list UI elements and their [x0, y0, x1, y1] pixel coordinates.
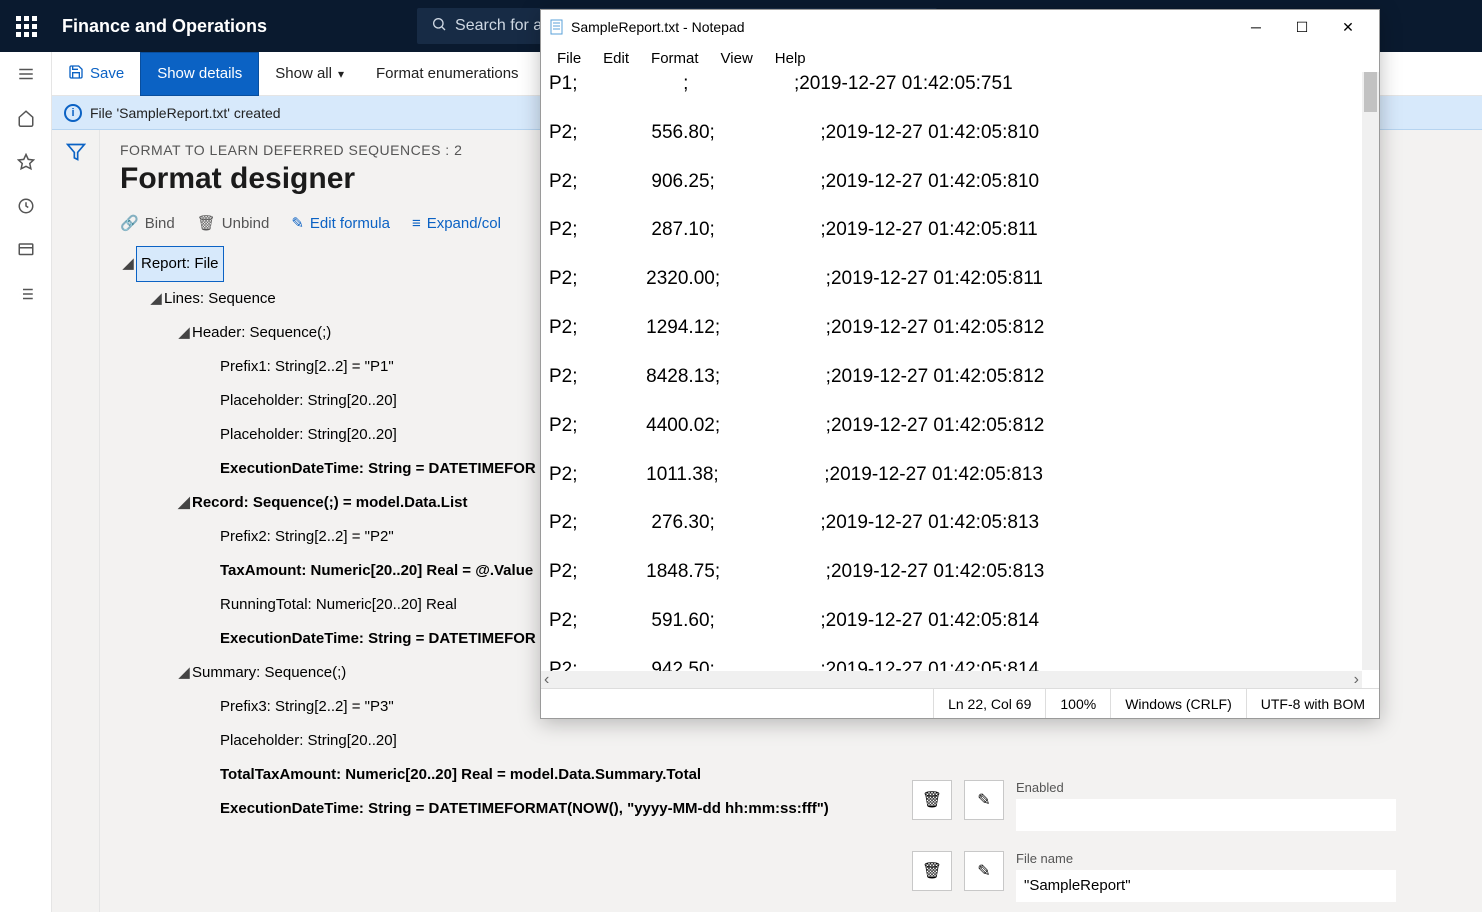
notepad-window[interactable]: SampleReport.txt - Notepad ─ ☐ ✕ File Ed… [540, 9, 1380, 719]
status-encoding: UTF-8 with BOM [1246, 689, 1379, 718]
list-icon: ≡ [412, 215, 421, 232]
tree-node[interactable]: Prefix3: String[2..2] = "P3" [220, 690, 394, 724]
menu-view[interactable]: View [713, 48, 761, 69]
chevron-down-icon: ▾ [338, 67, 344, 81]
notepad-icon [549, 19, 565, 35]
close-button[interactable]: ✕ [1325, 12, 1371, 42]
rail-home-icon[interactable] [0, 96, 52, 140]
pencil-icon: ✎ [977, 861, 990, 881]
text-line[interactable]: P1; ; ;2019-12-27 01:42:05:751 [549, 72, 1371, 96]
search-placeholder: Search for a [455, 17, 542, 35]
delete-filename-button[interactable]: 🗑 [912, 851, 952, 891]
tree-node[interactable]: RunningTotal: Numeric[20..20] Real [220, 588, 457, 622]
tree-node[interactable]: Prefix1: String[2..2] = "P1" [220, 350, 394, 384]
caret-icon[interactable]: ◢ [176, 486, 192, 520]
scrollbar-vertical[interactable] [1362, 72, 1379, 670]
tree-node-report[interactable]: Report: File [136, 246, 224, 282]
notepad-title: SampleReport.txt - Notepad [571, 19, 745, 35]
unbind-button[interactable]: 🗑Unbind [197, 214, 270, 232]
tree-node[interactable]: Placeholder: String[20..20] [220, 384, 397, 418]
text-line[interactable]: P2; 1011.38; ;2019-12-27 01:42:05:813 [549, 463, 1371, 487]
text-line[interactable]: P2; 591.60; ;2019-12-27 01:42:05:814 [549, 609, 1371, 633]
caret-icon[interactable]: ◢ [176, 656, 192, 690]
trash-icon: 🗑 [922, 790, 942, 810]
tree-node[interactable]: Placeholder: String[20..20] [220, 418, 397, 452]
format-enumerations-button[interactable]: Format enumerations [360, 52, 535, 96]
text-line[interactable]: P2; 4400.02; ;2019-12-27 01:42:05:812 [549, 414, 1371, 438]
rail-workspace-icon[interactable] [0, 228, 52, 272]
edit-formula-button[interactable]: ✎Edit formula [291, 214, 390, 232]
tree-node-header[interactable]: Header: Sequence(;) [192, 316, 331, 350]
save-icon [68, 64, 84, 84]
tree-node[interactable]: ExecutionDateTime: String = DATETIMEFORM… [220, 792, 829, 826]
left-rail [0, 52, 52, 912]
text-line[interactable]: P2; 906.25; ;2019-12-27 01:42:05:810 [549, 170, 1371, 194]
tree-node-summary[interactable]: Summary: Sequence(;) [192, 656, 346, 690]
search-icon [431, 16, 447, 37]
menu-help[interactable]: Help [767, 48, 814, 69]
rail-hamburger[interactable] [0, 52, 52, 96]
tree-node-record[interactable]: Record: Sequence(;) = model.Data.List [192, 486, 467, 520]
tree-node[interactable]: Prefix2: String[2..2] = "P2" [220, 520, 394, 554]
filename-input[interactable] [1016, 870, 1396, 902]
filter-icon[interactable] [66, 142, 86, 912]
tree-node-lines[interactable]: Lines: Sequence [164, 282, 276, 316]
status-eol: Windows (CRLF) [1110, 689, 1246, 718]
tree-node[interactable]: TaxAmount: Numeric[20..20] Real = @.Valu… [220, 554, 533, 588]
show-details-button[interactable]: Show details [140, 52, 259, 96]
text-line[interactable]: P2; 1848.75; ;2019-12-27 01:42:05:813 [549, 560, 1371, 584]
text-line[interactable]: P2; 556.80; ;2019-12-27 01:42:05:810 [549, 121, 1371, 145]
rail-favorites-icon[interactable] [0, 140, 52, 184]
pencil-icon: ✎ [977, 790, 990, 810]
filename-label: File name [1016, 851, 1396, 866]
tree-node[interactable]: ExecutionDateTime: String = DATETIMEFOR [220, 452, 536, 486]
text-line[interactable]: P2; 8428.13; ;2019-12-27 01:42:05:812 [549, 365, 1371, 389]
trash-icon: 🗑 [197, 214, 216, 232]
expand-collapse-button[interactable]: ≡Expand/col [412, 214, 501, 232]
tree-node[interactable]: ExecutionDateTime: String = DATETIMEFOR [220, 622, 536, 656]
minimize-button[interactable]: ─ [1233, 12, 1279, 42]
rail-modules-icon[interactable] [0, 272, 52, 316]
text-line[interactable]: P2; 1294.12; ;2019-12-27 01:42:05:812 [549, 316, 1371, 340]
show-all-button[interactable]: Show all▾ [259, 52, 360, 96]
edit-enabled-button[interactable]: ✎ [964, 780, 1004, 820]
rail-recent-icon[interactable] [0, 184, 52, 228]
link-icon: 🔗 [120, 214, 139, 232]
maximize-button[interactable]: ☐ [1279, 12, 1325, 42]
enabled-input[interactable] [1016, 799, 1396, 831]
text-line[interactable]: P2; 276.30; ;2019-12-27 01:42:05:813 [549, 511, 1371, 535]
pencil-icon: ✎ [291, 214, 304, 232]
trash-icon: 🗑 [922, 861, 942, 881]
waffle-menu[interactable] [0, 0, 52, 52]
menu-edit[interactable]: Edit [595, 48, 637, 69]
text-line[interactable]: P2; 2320.00; ;2019-12-27 01:42:05:811 [549, 267, 1371, 291]
save-button[interactable]: Save [52, 52, 140, 96]
menu-format[interactable]: Format [643, 48, 707, 69]
delete-enabled-button[interactable]: 🗑 [912, 780, 952, 820]
bind-button[interactable]: 🔗Bind [120, 214, 175, 232]
tree-node[interactable]: Placeholder: String[20..20] [220, 724, 397, 758]
caret-icon[interactable]: ◢ [148, 282, 164, 316]
notepad-menubar[interactable]: File Edit Format View Help [541, 44, 1379, 72]
tree-node[interactable]: TotalTaxAmount: Numeric[20..20] Real = m… [220, 758, 701, 792]
status-position: Ln 22, Col 69 [933, 689, 1045, 718]
enabled-label: Enabled [1016, 780, 1396, 795]
notepad-titlebar[interactable]: SampleReport.txt - Notepad ─ ☐ ✕ [541, 10, 1379, 44]
caret-icon[interactable]: ◢ [120, 247, 136, 281]
text-line[interactable]: P2; 287.10; ;2019-12-27 01:42:05:811 [549, 218, 1371, 242]
edit-filename-button[interactable]: ✎ [964, 851, 1004, 891]
status-zoom: 100% [1045, 689, 1110, 718]
brand-title: Finance and Operations [52, 16, 267, 37]
menu-file[interactable]: File [549, 48, 589, 69]
scrollbar-horizontal[interactable]: ‹› [541, 671, 1362, 688]
caret-icon[interactable]: ◢ [176, 316, 192, 350]
notepad-body[interactable]: P1; ; ;2019-12-27 01:42:05:751 P2; 556.8… [541, 72, 1379, 688]
notepad-statusbar: Ln 22, Col 69 100% Windows (CRLF) UTF-8 … [541, 688, 1379, 718]
info-icon: i [64, 104, 82, 122]
